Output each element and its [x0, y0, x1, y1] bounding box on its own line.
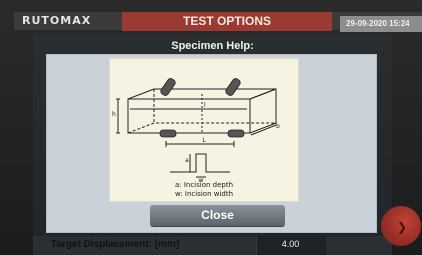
specimen-diagram: h l b L a w a: Incision depth w: Incisio… [109, 58, 299, 202]
label-l: l [204, 102, 206, 109]
brand-logo: RUTOMAX [22, 14, 92, 27]
target-displacement-label: Target Displacement: [mm] [51, 239, 180, 250]
top-roller-right [225, 78, 241, 96]
label-b: b [276, 123, 280, 130]
datetime-display: 29-09-2020 15:24 [340, 16, 422, 32]
close-button[interactable]: Close [150, 205, 285, 226]
notch-profile [170, 153, 230, 173]
label-a: a [185, 157, 189, 164]
screen: RUTOMAX TEST OPTIONS 29-09-2020 15:24 Sp… [0, 0, 422, 255]
bottom-roller-left [159, 129, 177, 138]
legend-incision-depth: a: Incision depth [174, 181, 234, 189]
label-L: L [202, 137, 206, 144]
bottom-roller-right [227, 129, 245, 138]
target-displacement-value: 4.00 [281, 239, 300, 249]
label-h: h [112, 111, 116, 118]
legend-incision-width: w: Incision width [174, 190, 234, 198]
dim-b-line [250, 124, 277, 136]
dialog-title: Specimen Help: [171, 40, 254, 52]
top-roller-left [160, 78, 176, 96]
chevron-icon: ❯ [396, 220, 408, 234]
beam-front-face [127, 98, 251, 134]
page-title: TEST OPTIONS [182, 14, 271, 28]
